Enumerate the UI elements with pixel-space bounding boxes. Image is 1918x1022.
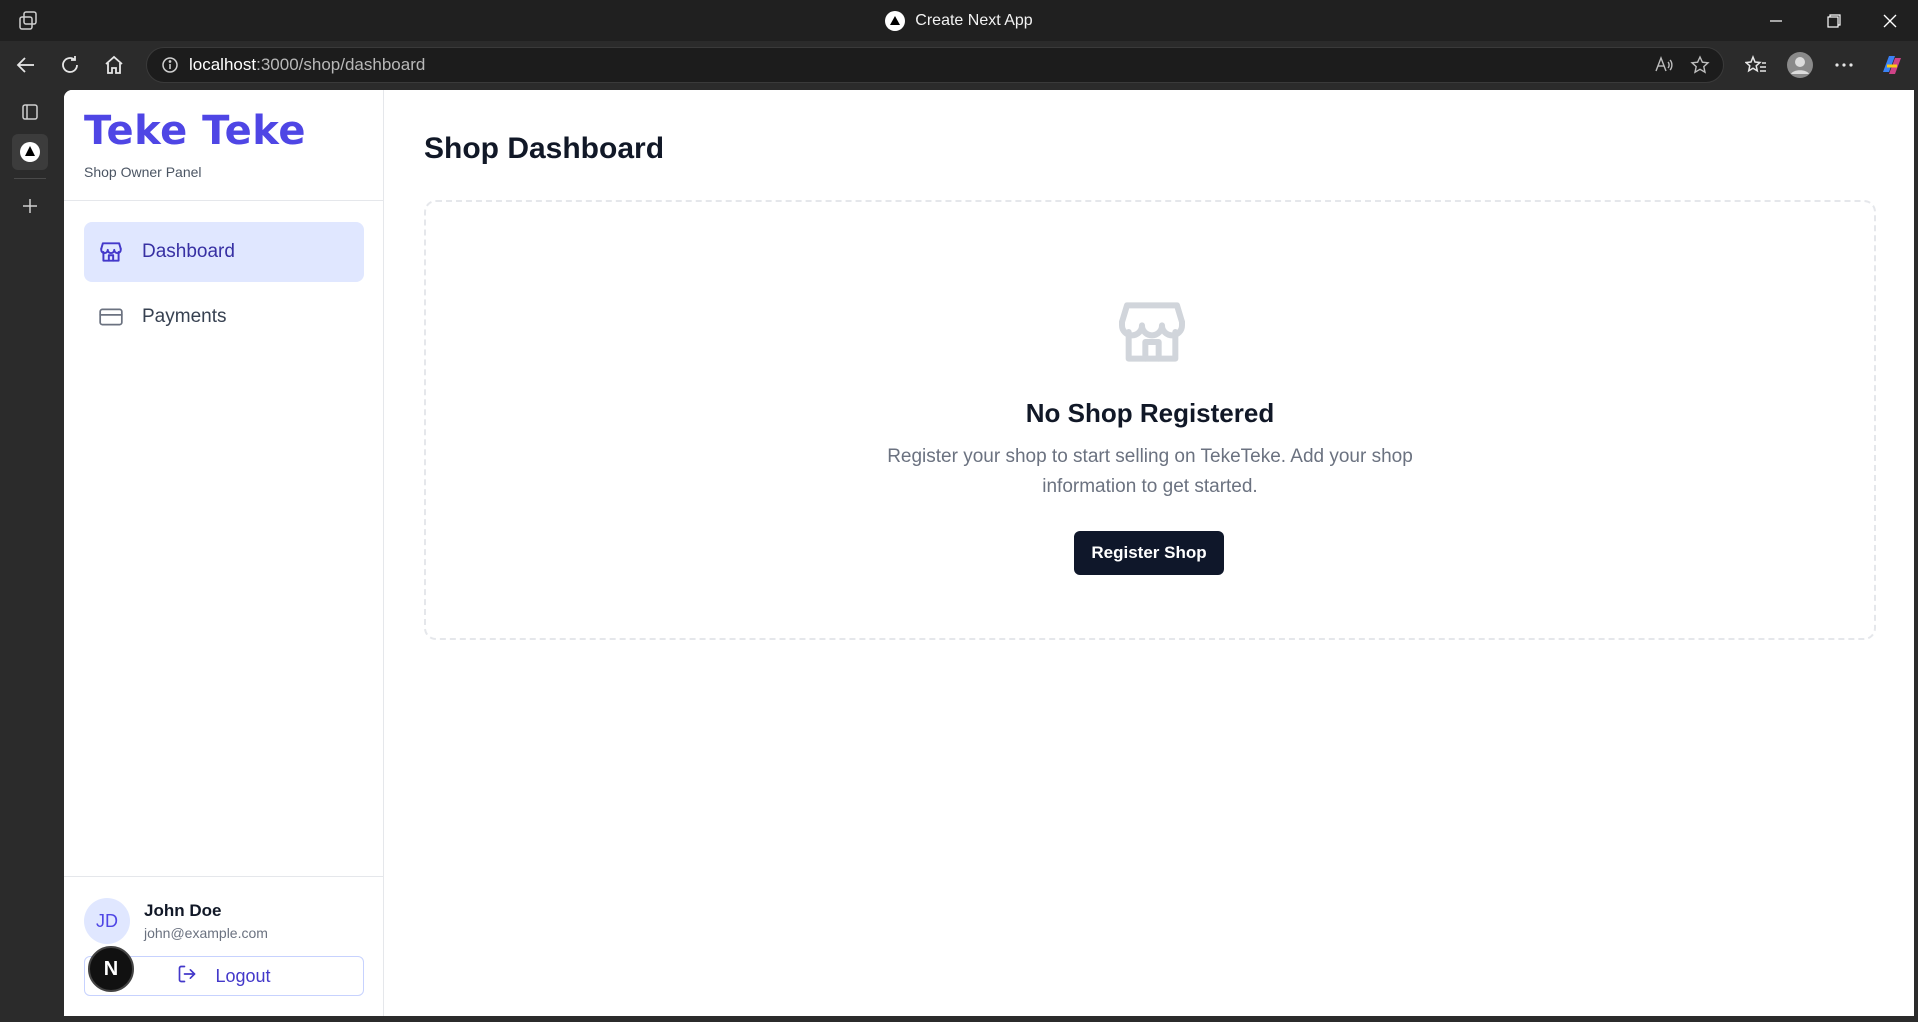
tab-actions-icon[interactable] <box>12 94 48 130</box>
read-aloud-icon[interactable] <box>1653 54 1675 76</box>
home-button[interactable] <box>98 49 130 81</box>
profile-avatar-icon[interactable] <box>1784 49 1816 81</box>
favorites-icon[interactable] <box>1740 49 1772 81</box>
close-button[interactable] <box>1862 0 1918 41</box>
back-button[interactable] <box>10 49 42 81</box>
register-shop-button[interactable]: Register Shop <box>1074 531 1224 575</box>
nextjs-devtools-badge[interactable]: N <box>88 946 134 992</box>
user-divider <box>64 876 384 877</box>
user-email: john@example.com <box>144 925 268 941</box>
window-titlebar: Create Next App <box>0 0 1918 41</box>
page-viewport: Teke Teke Shop Owner Panel Dashboard Pay… <box>64 90 1914 1016</box>
brand-logo[interactable]: Teke Teke <box>84 108 306 154</box>
window-title-text: Create Next App <box>915 11 1033 29</box>
sidebar-item-label: Dashboard <box>142 241 235 262</box>
credit-card-icon <box>98 304 124 330</box>
brand: Teke Teke Shop Owner Panel <box>84 108 306 180</box>
logout-label: Logout <box>215 965 271 986</box>
empty-state-title: No Shop Registered <box>1025 398 1275 428</box>
brand-subtitle: Shop Owner Panel <box>84 164 202 180</box>
tab-create-next-app[interactable] <box>12 134 48 170</box>
sidebar-item-dashboard[interactable]: Dashboard <box>84 222 364 282</box>
site-info-icon[interactable] <box>159 54 181 76</box>
rail-divider <box>14 178 46 179</box>
sidebar-item-payments[interactable]: Payments <box>84 287 364 347</box>
url-text[interactable]: localhost:3000/shop/dashboard <box>189 48 425 82</box>
page-title: Shop Dashboard <box>424 132 665 165</box>
sidebar: Teke Teke Shop Owner Panel Dashboard Pay… <box>64 90 384 1016</box>
empty-state-description: Register your shop to start selling on T… <box>887 446 1413 497</box>
copilot-icon[interactable] <box>1876 49 1908 81</box>
store-icon <box>98 239 124 265</box>
minimize-button[interactable] <box>1748 0 1804 41</box>
store-icon <box>1112 292 1192 372</box>
app-favicon-icon <box>885 10 906 31</box>
browser-toolbar: localhost:3000/shop/dashboard <box>0 41 1918 88</box>
logout-icon <box>177 964 197 989</box>
sidebar-item-label: Payments <box>142 306 227 327</box>
main-content: Shop Dashboard No Shop Registered Regist… <box>384 90 1914 1016</box>
address-bar[interactable]: localhost:3000/shop/dashboard <box>146 47 1724 83</box>
restore-button[interactable] <box>1806 0 1862 41</box>
refresh-button[interactable] <box>54 49 86 81</box>
browser-tab-rail <box>0 88 62 1022</box>
avatar: JD <box>84 898 130 944</box>
more-options-icon[interactable] <box>1828 49 1860 81</box>
brand-divider <box>64 200 384 201</box>
user-name: John Doe <box>144 901 222 920</box>
window-title: Create Next App <box>0 0 1918 41</box>
new-tab-icon[interactable] <box>12 188 48 224</box>
empty-state-card: No Shop Registered Register your shop to… <box>424 200 1876 640</box>
favorite-star-icon[interactable] <box>1689 54 1711 76</box>
